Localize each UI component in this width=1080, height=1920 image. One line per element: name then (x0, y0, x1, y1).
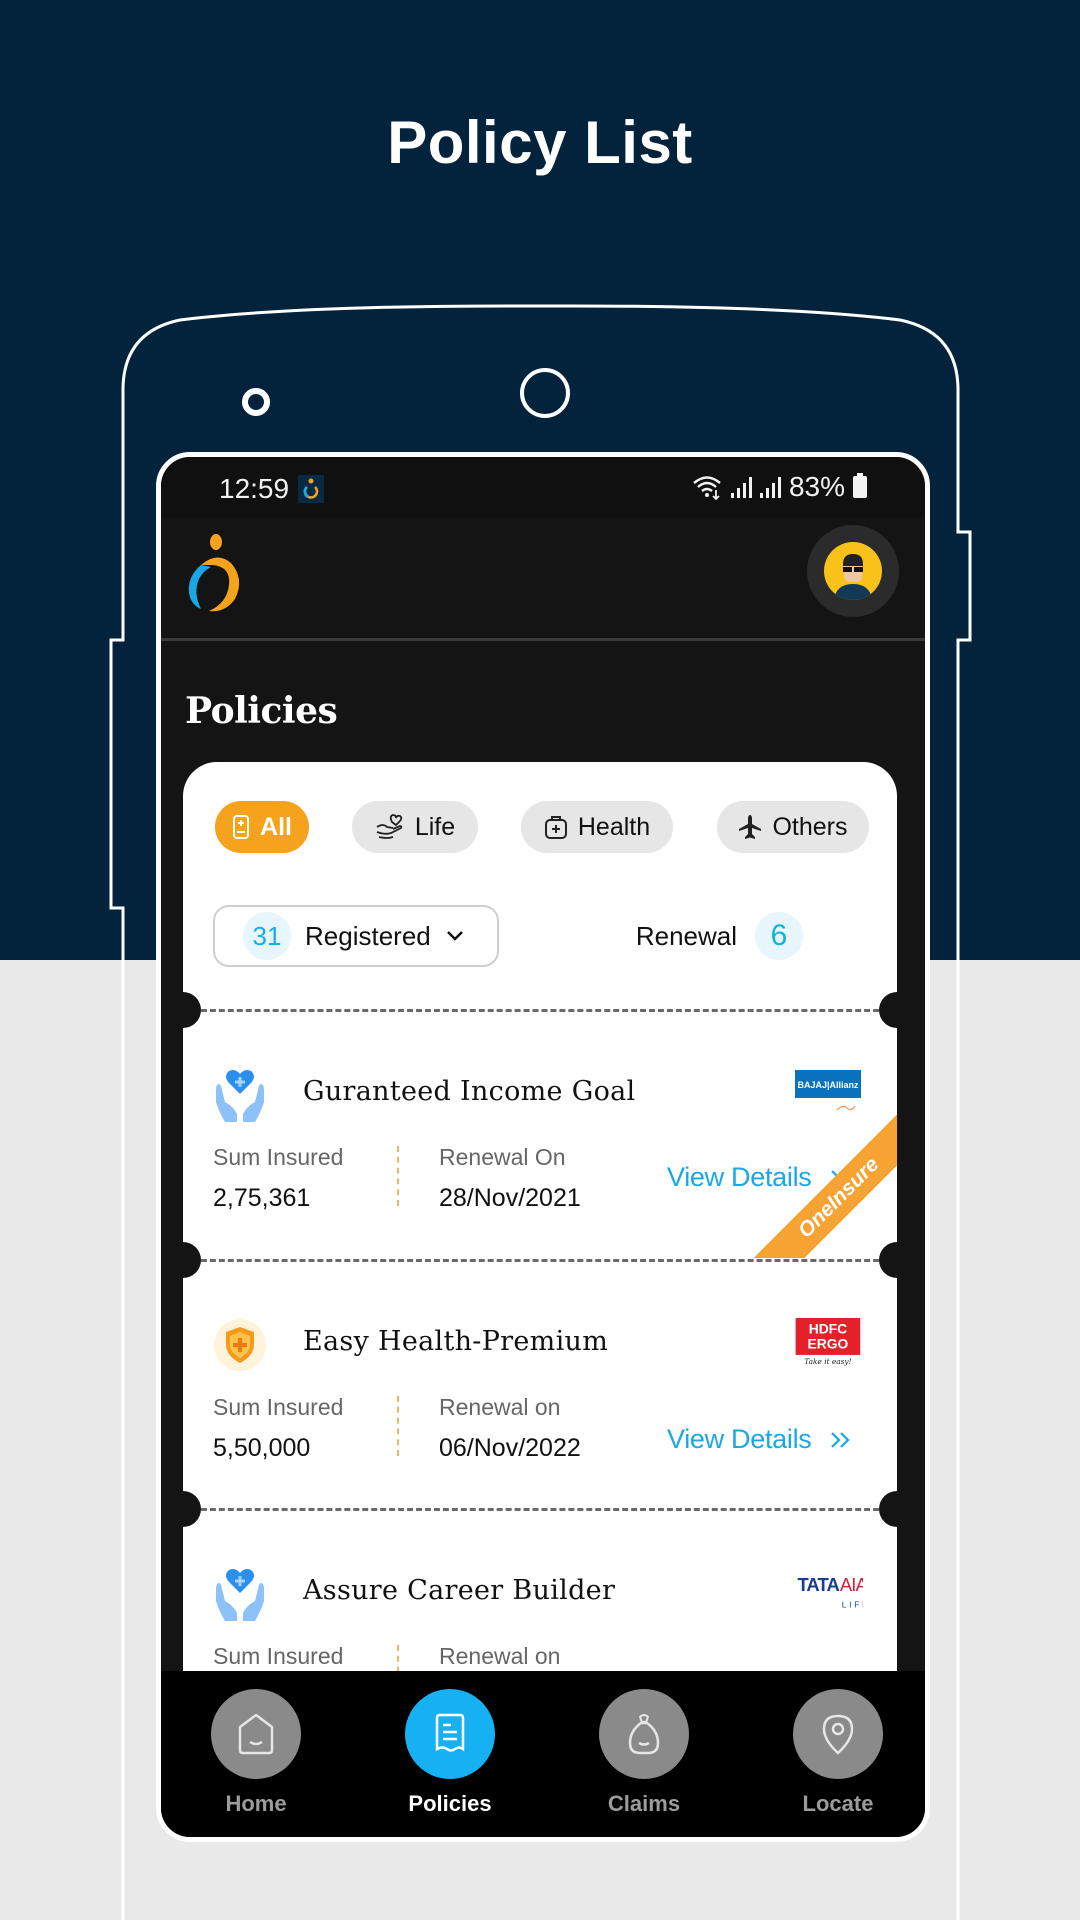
policies-panel: All Life Health Others 31 Registered Ren… (183, 762, 897, 1762)
battery-icon (853, 473, 867, 498)
nav-policies[interactable]: Policies (395, 1689, 505, 1829)
bottom-navigation: Home Policies Claims Locate (161, 1671, 925, 1837)
page-title: Policies (185, 690, 338, 732)
nav-claims[interactable]: Claims (589, 1689, 699, 1829)
renewal-filter[interactable]: Renewal 6 (636, 905, 803, 967)
column-divider (397, 1146, 399, 1206)
promo-title: Policy List (387, 109, 693, 176)
svg-text:TATA: TATA (797, 1574, 839, 1595)
registered-dropdown[interactable]: 31 Registered (213, 905, 499, 967)
phone-camera (520, 368, 570, 418)
filter-row: 31 Registered Renewal 6 (213, 905, 853, 969)
medical-bag-icon (544, 816, 567, 839)
policy-name: Guranteed Income Goal (303, 1076, 636, 1107)
renewal-label: Renewal (635, 920, 737, 951)
view-details-label: View Details (667, 1162, 812, 1192)
chevron-down-icon (446, 931, 463, 941)
phone-sensor-dot (242, 388, 270, 416)
receipt-icon (435, 1713, 465, 1752)
renewal-date-label: Renewal On (439, 1144, 566, 1170)
column-divider (397, 1396, 399, 1456)
battery-percent: 83% (788, 471, 845, 502)
profile-avatar-button[interactable] (807, 525, 899, 617)
phone-screen: 12:59 83% Policies All Life Health Other… (156, 452, 930, 1842)
policy-name: Easy Health-Premium (303, 1326, 609, 1357)
oneinsure-logo[interactable] (183, 533, 249, 617)
status-bar: 12:59 83% (161, 457, 925, 517)
status-time: 12:59 (219, 473, 290, 504)
hands-heart-icon (216, 1070, 264, 1122)
svg-text:ERGO: ERGO (808, 1335, 849, 1351)
sum-insured-label: Sum Insured (213, 1394, 344, 1420)
registered-count: 31 (243, 912, 291, 960)
renewal-date-value: 28/Nov/2021 (439, 1184, 581, 1212)
tab-all[interactable]: All (215, 801, 309, 853)
location-pin-icon (822, 1714, 854, 1755)
status-indicators: 83% (691, 471, 867, 503)
svg-text:LIFE: LIFE (842, 1600, 863, 1610)
nav-locate[interactable]: Locate (783, 1689, 893, 1829)
category-tabs: All Life Health Others (215, 801, 869, 853)
tab-others[interactable]: Others (717, 801, 869, 853)
mobile-plus-icon (233, 815, 250, 839)
policy-card[interactable]: Easy Health-Premium HDFC ERGO Take it ea… (183, 1262, 897, 1508)
tab-life-label: Life (414, 812, 456, 841)
renewal-count: 6 (755, 912, 803, 960)
nav-home[interactable]: Home (201, 1689, 311, 1829)
double-chevron-right-icon (831, 1431, 851, 1448)
hand-heart-icon (376, 814, 403, 839)
wifi-icon (693, 476, 721, 500)
tab-all-label: All (260, 812, 292, 841)
policy-card[interactable]: Guranteed Income Goal BAJAJ|Allianz Sum … (183, 1012, 897, 1258)
nav-claims-label: Claims (607, 1791, 681, 1816)
avatar (824, 542, 882, 600)
sum-insured-label: Sum Insured (213, 1643, 344, 1669)
money-bag-icon (628, 1714, 660, 1755)
nav-policies-label: Policies (408, 1791, 492, 1816)
renewal-date-value: 06/Nov/2022 (439, 1434, 581, 1462)
tata-aia-logo: TATA AIA LIFE (797, 1574, 863, 1610)
svg-text:HDFC: HDFC (809, 1321, 847, 1337)
view-details-label: View Details (667, 1424, 812, 1454)
tab-life[interactable]: Life (352, 801, 478, 853)
nav-home-label: Home (225, 1791, 287, 1816)
hands-heart-icon (216, 1569, 264, 1621)
sum-insured-value: 2,75,361 (213, 1184, 311, 1212)
registered-label: Registered (305, 920, 431, 951)
tab-health[interactable]: Health (521, 801, 673, 853)
signal-icon-1 (730, 476, 752, 498)
tab-others-label: Others (772, 812, 848, 841)
sum-insured-value: 5,50,000 (213, 1434, 311, 1462)
svg-text:BAJAJ|Allianz: BAJAJ|Allianz (797, 1080, 859, 1090)
sum-insured-label: Sum Insured (213, 1144, 344, 1170)
renewal-date-label: Renewal on (439, 1643, 561, 1669)
airplane-icon (739, 815, 762, 839)
hdfc-ergo-logo: HDFC ERGO Take it easy! (795, 1318, 861, 1366)
svg-text:Take it easy!: Take it easy! (804, 1357, 851, 1366)
nav-locate-label: Locate (802, 1791, 874, 1816)
shield-plus-icon (214, 1319, 266, 1371)
app-notification-icon (298, 475, 324, 503)
signal-icon-2 (759, 476, 781, 498)
home-icon (238, 1713, 274, 1755)
bajaj-allianz-logo: BAJAJ|Allianz (795, 1070, 861, 1111)
app-header (161, 517, 925, 641)
policy-name: Assure Career Builder (303, 1575, 616, 1606)
view-details-link[interactable]: View Details (667, 1424, 851, 1455)
svg-text:AIA: AIA (840, 1574, 863, 1595)
renewal-date-label: Renewal on (439, 1394, 561, 1420)
tab-health-label: Health (577, 812, 651, 841)
